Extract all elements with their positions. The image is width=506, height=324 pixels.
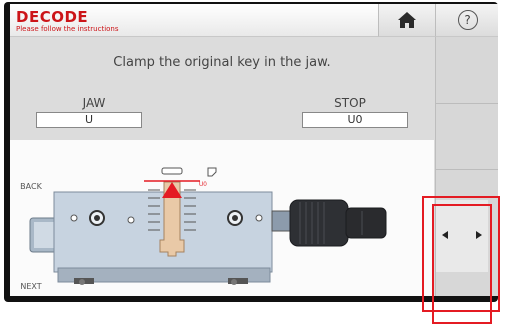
home-button[interactable] bbox=[378, 4, 435, 37]
panel-divider bbox=[436, 103, 498, 104]
clamp-diagram: U0 bbox=[29, 167, 387, 285]
stop-value-field: U0 bbox=[302, 112, 408, 128]
main-panel: Clamp the original key in the jaw. JAW U… bbox=[10, 37, 434, 296]
help-button[interactable]: ? bbox=[435, 4, 498, 37]
panel-divider bbox=[436, 169, 498, 170]
help-icon: ? bbox=[457, 10, 478, 30]
stop-label: STOP bbox=[334, 96, 366, 110]
diagram-stop-label: U0 bbox=[199, 182, 207, 188]
home-icon bbox=[398, 12, 416, 28]
header-bar: DECODE Please follow the instructions bbox=[10, 4, 378, 37]
back-label[interactable]: BACK bbox=[6, 182, 56, 191]
jaw-label: JAW bbox=[82, 96, 106, 110]
highlight-annotation-inner bbox=[432, 204, 492, 324]
page-subtitle: Please follow the instructions bbox=[16, 25, 119, 33]
next-label[interactable]: NEXT bbox=[6, 282, 56, 291]
clamp-knob[interactable] bbox=[289, 199, 349, 247]
page-title: DECODE bbox=[16, 8, 89, 26]
instruction-text: Clamp the original key in the jaw. bbox=[113, 55, 331, 70]
clamp-illustration-panel: U0 bbox=[10, 140, 434, 296]
jaw-value-field: U bbox=[36, 112, 142, 128]
